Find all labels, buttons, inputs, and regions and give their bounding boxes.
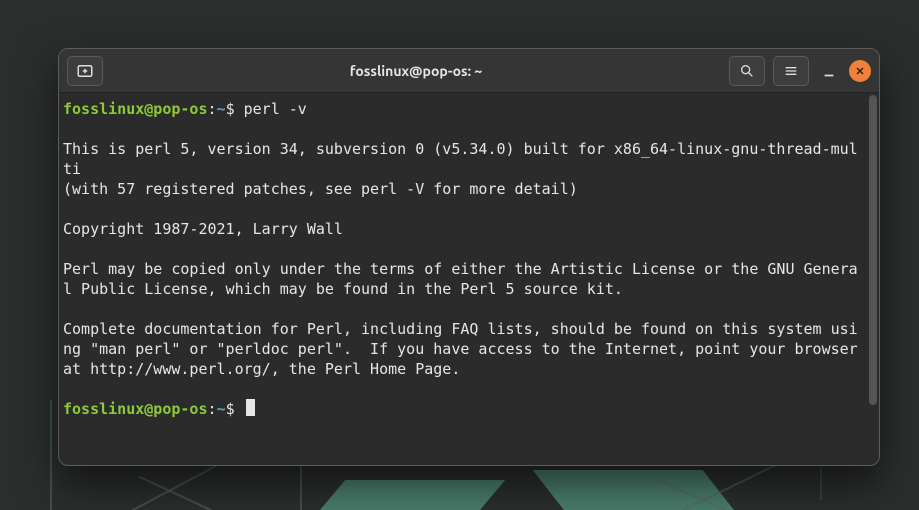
window-title: fosslinux@pop-os: ~	[111, 63, 721, 79]
output-line-3: Copyright 1987-2021, Larry Wall	[63, 220, 343, 238]
terminal-window: fosslinux@pop-os: ~	[58, 48, 880, 466]
prompt-separator: :	[208, 400, 217, 418]
hamburger-icon	[783, 63, 799, 79]
search-icon	[739, 63, 755, 79]
cursor	[246, 399, 255, 416]
prompt-path: ~	[217, 400, 226, 418]
prompt-line-2: fosslinux@pop-os:~$	[63, 400, 255, 418]
terminal-body: fosslinux@pop-os:~$ perl -v This is perl…	[59, 93, 879, 465]
scrollbar[interactable]	[867, 93, 879, 465]
prompt-path: ~	[217, 100, 226, 118]
new-tab-button[interactable]	[67, 56, 103, 86]
prompt-separator: :	[208, 100, 217, 118]
minimize-icon	[822, 65, 836, 79]
window-titlebar: fosslinux@pop-os: ~	[59, 49, 879, 93]
new-tab-icon	[76, 62, 94, 80]
prompt-line-1: fosslinux@pop-os:~$ perl -v	[63, 100, 307, 118]
search-button[interactable]	[729, 56, 765, 86]
close-icon	[854, 65, 866, 77]
prompt-symbol: $	[226, 400, 235, 418]
output-line-2: (with 57 registered patches, see perl -V…	[63, 180, 578, 198]
output-line-5: Complete documentation for Perl, includi…	[63, 320, 867, 378]
output-line-1: This is perl 5, version 34, subversion 0…	[63, 140, 858, 178]
close-button[interactable]	[849, 60, 871, 82]
menu-button[interactable]	[773, 56, 809, 86]
command-text: perl -v	[244, 100, 307, 118]
output-line-4: Perl may be copied only under the terms …	[63, 260, 858, 298]
scrollbar-thumb[interactable]	[869, 95, 877, 405]
prompt-user-host: fosslinux@pop-os	[63, 400, 208, 418]
prompt-symbol: $	[226, 100, 235, 118]
terminal-output[interactable]: fosslinux@pop-os:~$ perl -v This is perl…	[59, 93, 867, 465]
prompt-user-host: fosslinux@pop-os	[63, 100, 208, 118]
minimize-button[interactable]	[817, 59, 841, 83]
